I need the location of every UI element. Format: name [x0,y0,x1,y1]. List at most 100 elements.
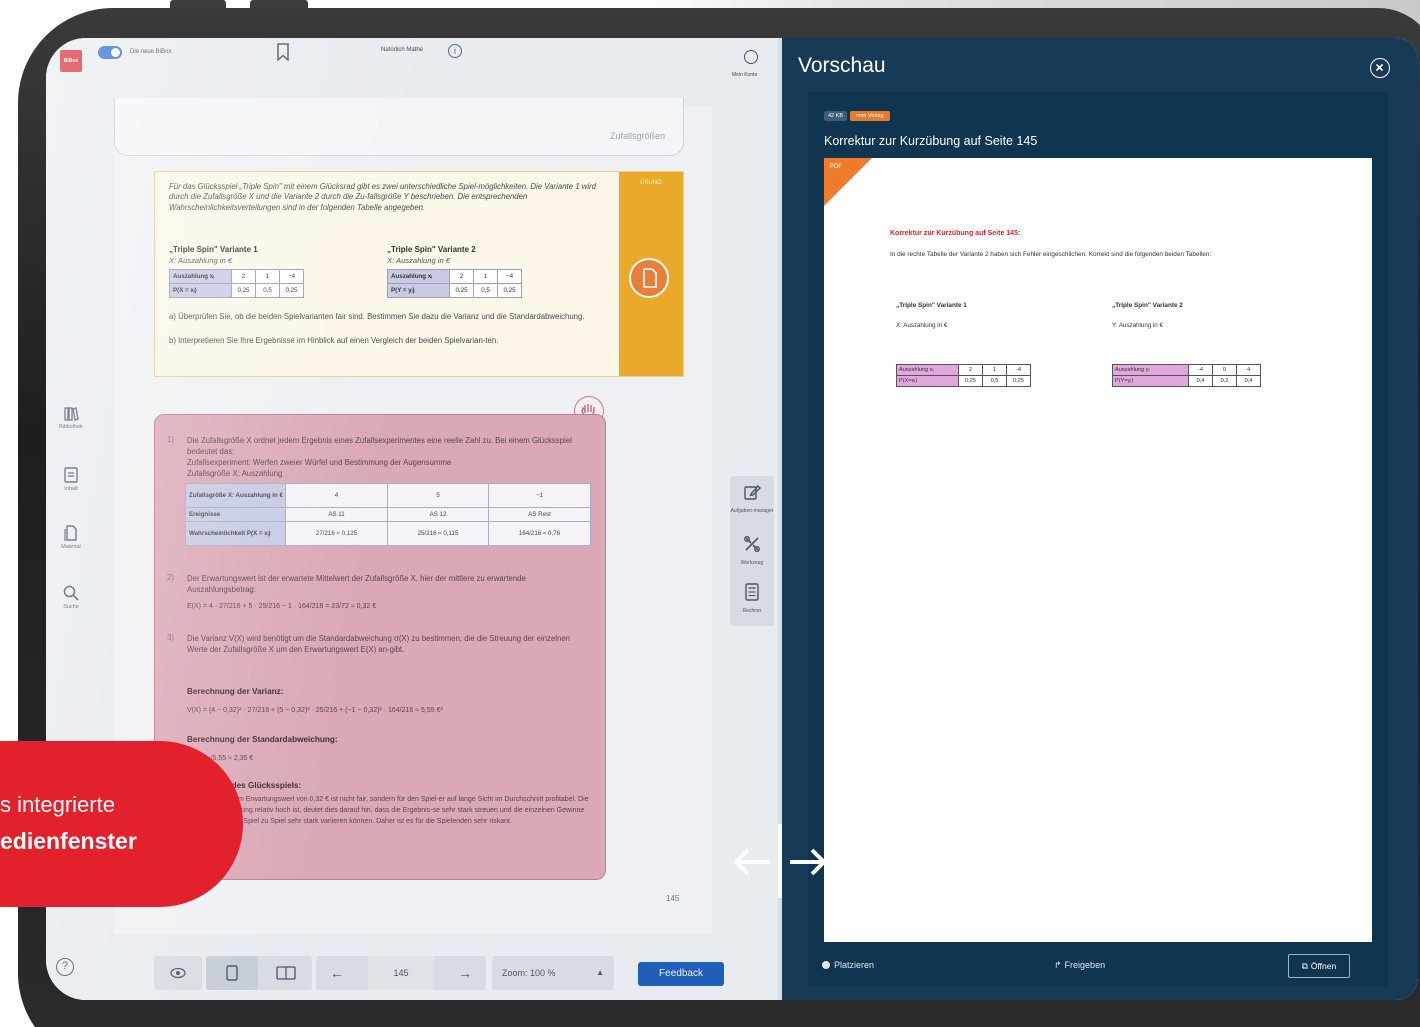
account-icon[interactable] [744,50,758,64]
tablet-volume-button [250,0,308,8]
edit-icon [744,484,761,500]
variant1-subtitle: X: Auszahlung in € [169,256,233,265]
preview-actions: Platzieren ↱ Freigeben ⧉ Öffnen [808,946,1388,986]
table-cell: Zufallsgröße X: Auszahlung in € [185,483,286,508]
close-icon[interactable] [1370,58,1390,78]
table-row: Wahrscheinlichkeit P(X = xᵢ) 27/216 ≈ 0,… [185,521,592,546]
evaluation-text: Das Spiel mit dem Erwartungswert von 0,3… [187,796,589,825]
table-cell: Auszahlung xᵢ [896,364,959,376]
exercise-intro: Für das Glücksspiel „Triple Spin" mit ei… [169,182,597,212]
doc-variant1-title: „Triple Spin" Variante 1 [896,302,967,309]
preview-content: 42 KB vom Verlag Korrektur zur Kurzübung… [808,92,1388,986]
external-link-icon: ⧉ [1301,961,1308,971]
share-button[interactable]: ↱ Freigeben [1054,960,1105,971]
variant2-title: „Triple Spin" Variante 2 [387,245,476,254]
open-button[interactable]: ⧉ Öffnen [1288,954,1350,978]
table-cell: 0,25 [497,283,522,298]
feedback-button[interactable]: Feedback [638,962,724,986]
tools-button[interactable]: Werkzeug [730,534,774,566]
table-cell: 4 [1236,364,1261,376]
table-cell: 25/216 ≈ 0,115 [387,521,489,546]
account-label: Mein Konto [732,72,758,78]
bookmark-icon[interactable] [276,43,290,61]
search-icon [63,585,79,601]
calculator-button[interactable]: Rechner [730,582,774,614]
resize-arrows-icon[interactable] [732,822,828,898]
task-manager-button[interactable]: Aufgaben-manager [730,482,774,514]
prev-page-arrow-icon[interactable]: ← [330,956,344,990]
preview-title: Vorschau [798,54,886,77]
tools-icon [744,536,760,552]
contents-icon [64,467,78,483]
share-arrow-icon: ↱ [1054,960,1062,970]
solution-number-3: 3) [167,633,174,642]
logo-text: BiBox [63,58,79,64]
table-cell: 0,5 [255,283,280,298]
info-icon[interactable]: i [448,44,462,58]
doc-paragraph: In die rechte Tabelle der Variante 2 hab… [890,251,1212,258]
nav-item-search[interactable]: Suche [46,584,96,610]
pdf-attachment-icon[interactable] [629,258,669,298]
table-cell: 27/216 ≈ 0,125 [284,521,389,546]
solution-text-1c: Zufallsgröße X: Auszahlung [187,469,283,478]
table-cell: Auszahlung xᵢ [387,269,450,284]
bibox-logo[interactable]: BiBox [60,50,82,72]
solution-text-1b: Zufallsexperiment: Werfen zweier Würfel … [187,458,452,467]
exercise-task-b: b) Interpretieren Sie Ihre Ergebnisse im… [169,336,499,345]
table-cell: -4 [1188,364,1213,376]
tool-panel: Aufgaben-manager Werkzeug Rechner [730,476,774,626]
table-cell: P(Y=yᵢ) [1112,375,1189,387]
callout-line-2: edienfenster [0,828,137,854]
table-cell: AS 11 [284,507,389,522]
pdf-document: PDF Korrektur zur Kurzübung auf Seite 14… [824,158,1372,942]
single-page-button[interactable] [206,956,258,990]
double-page-button[interactable] [260,956,312,990]
solution-text-1: Die Zufallsgröße X ordnet jedem Ergebnis… [187,436,572,456]
table-row: Zufallsgröße X: Auszahlung in € 4 5 −1 [185,483,592,508]
page-number-input[interactable]: 145 [368,956,434,990]
table-cell: 5 [387,483,489,508]
exercise-task-a: a) Überprüfen Sie, ob die beiden Spielva… [169,312,585,321]
table-row: Auszahlung xᵢ 2 1 −4 [387,269,522,284]
tool-label: Werkzeug [740,560,764,566]
table-cell: −1 [487,483,592,508]
table-cell: AS 12 [387,507,489,522]
nav-item-material[interactable]: Material [46,524,96,550]
share-label: Freigeben [1064,960,1106,970]
calculator-icon [745,583,759,601]
view-toggle-button[interactable] [154,956,202,990]
distribution-table: Zufallsgröße X: Auszahlung in € 4 5 −1 E… [185,483,592,546]
table-row: P(Y = yᵢ) 0,25 0,5 0,25 [387,283,522,298]
table-row: P(X=xᵢ) 0,25 0,5 0,25 [896,375,1031,387]
toggle-label: Die neue BiBox [130,49,172,55]
page-number: 145 [666,894,680,903]
table-cell: AS Rest [487,507,592,522]
nav-item-contents[interactable]: Inhalt [46,466,96,492]
next-page-arrow-icon[interactable]: → [458,956,472,990]
table-row: Auszahlung yᵢ -4 0 4 [1112,364,1261,376]
place-button[interactable]: Platzieren [822,960,874,970]
new-bibox-toggle[interactable] [98,46,122,59]
tool-label: Rechner [742,608,762,614]
nav-label-search: Suche [63,604,79,610]
page-header-title: Zufallsgrößen [609,131,665,141]
nav-item-library[interactable]: Bibliothek [46,406,96,430]
doc-variant1-subtitle: X: Auszahlung in € [896,322,948,329]
table-cell: P(Y = yᵢ) [387,283,450,298]
nav-label-material: Material [61,544,81,550]
file-size-badge: 42 KB [824,111,847,121]
chevron-up-icon: ▲ [596,968,604,977]
exercise-tab-label: ÜBUNG [640,180,662,186]
reader-topbar: BiBox Die neue BiBox Natürlich Mathe i M… [46,38,782,96]
table-row: Auszahlung xᵢ 2 1 -4 [896,364,1031,376]
table-cell: -4 [1006,364,1031,376]
help-icon[interactable]: ? [56,958,74,976]
tablet-volume-button [170,0,226,8]
table-cell: 164/216 ≈ 0,76 [487,521,592,546]
page-layout-group [206,956,312,990]
solution-number-2: 2) [167,573,174,582]
table-row: P(Y=yᵢ) 0,4 0,2 0,4 [1112,375,1261,387]
zoom-control[interactable]: Zoom: 100 % ▲ [492,956,614,990]
table-cell: P(X=xᵢ) [896,375,959,387]
table-cell: −4 [497,269,522,284]
